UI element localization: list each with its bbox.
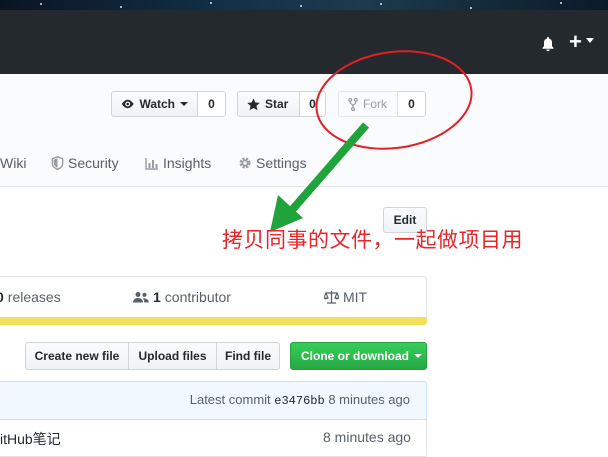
law-icon [324, 290, 339, 304]
license-label: MIT [343, 289, 368, 305]
people-icon [133, 291, 149, 302]
latest-commit-info: Latest commit e3476bb 8 minutes ago [190, 392, 410, 408]
upload-files-button[interactable]: Upload files [128, 342, 217, 370]
chevron-down-icon [414, 354, 422, 358]
clone-or-download-button[interactable]: Clone or download [290, 342, 427, 370]
latest-commit-prefix: Latest commit [189, 392, 271, 407]
create-new-file-button[interactable]: Create new file [25, 342, 129, 370]
commit-hash-link[interactable]: e3476bb [274, 394, 324, 408]
file-age: 8 minutes ago [323, 429, 411, 445]
highlight-ellipse [315, 50, 473, 150]
contributors-label: contributor [164, 289, 231, 305]
releases-label: releases [7, 289, 61, 305]
contributors-stat[interactable]: 1 contributor [133, 289, 231, 305]
clone-label: Clone or download [301, 349, 409, 363]
license-stat[interactable]: MIT [324, 289, 367, 305]
contributors-count: 1 [153, 289, 161, 305]
releases-count: 0 [0, 289, 4, 305]
releases-stat[interactable]: 0 releases [0, 289, 61, 305]
arrow-shaft [288, 122, 370, 213]
commit-age: 8 minutes ago [328, 392, 410, 407]
find-file-button[interactable]: Find file [216, 342, 280, 370]
annotation-text: 拷贝同事的文件，一起做项目用 [222, 228, 523, 252]
file-name-link[interactable]: itHub笔记 [0, 429, 61, 449]
language-bar[interactable] [0, 317, 427, 325]
